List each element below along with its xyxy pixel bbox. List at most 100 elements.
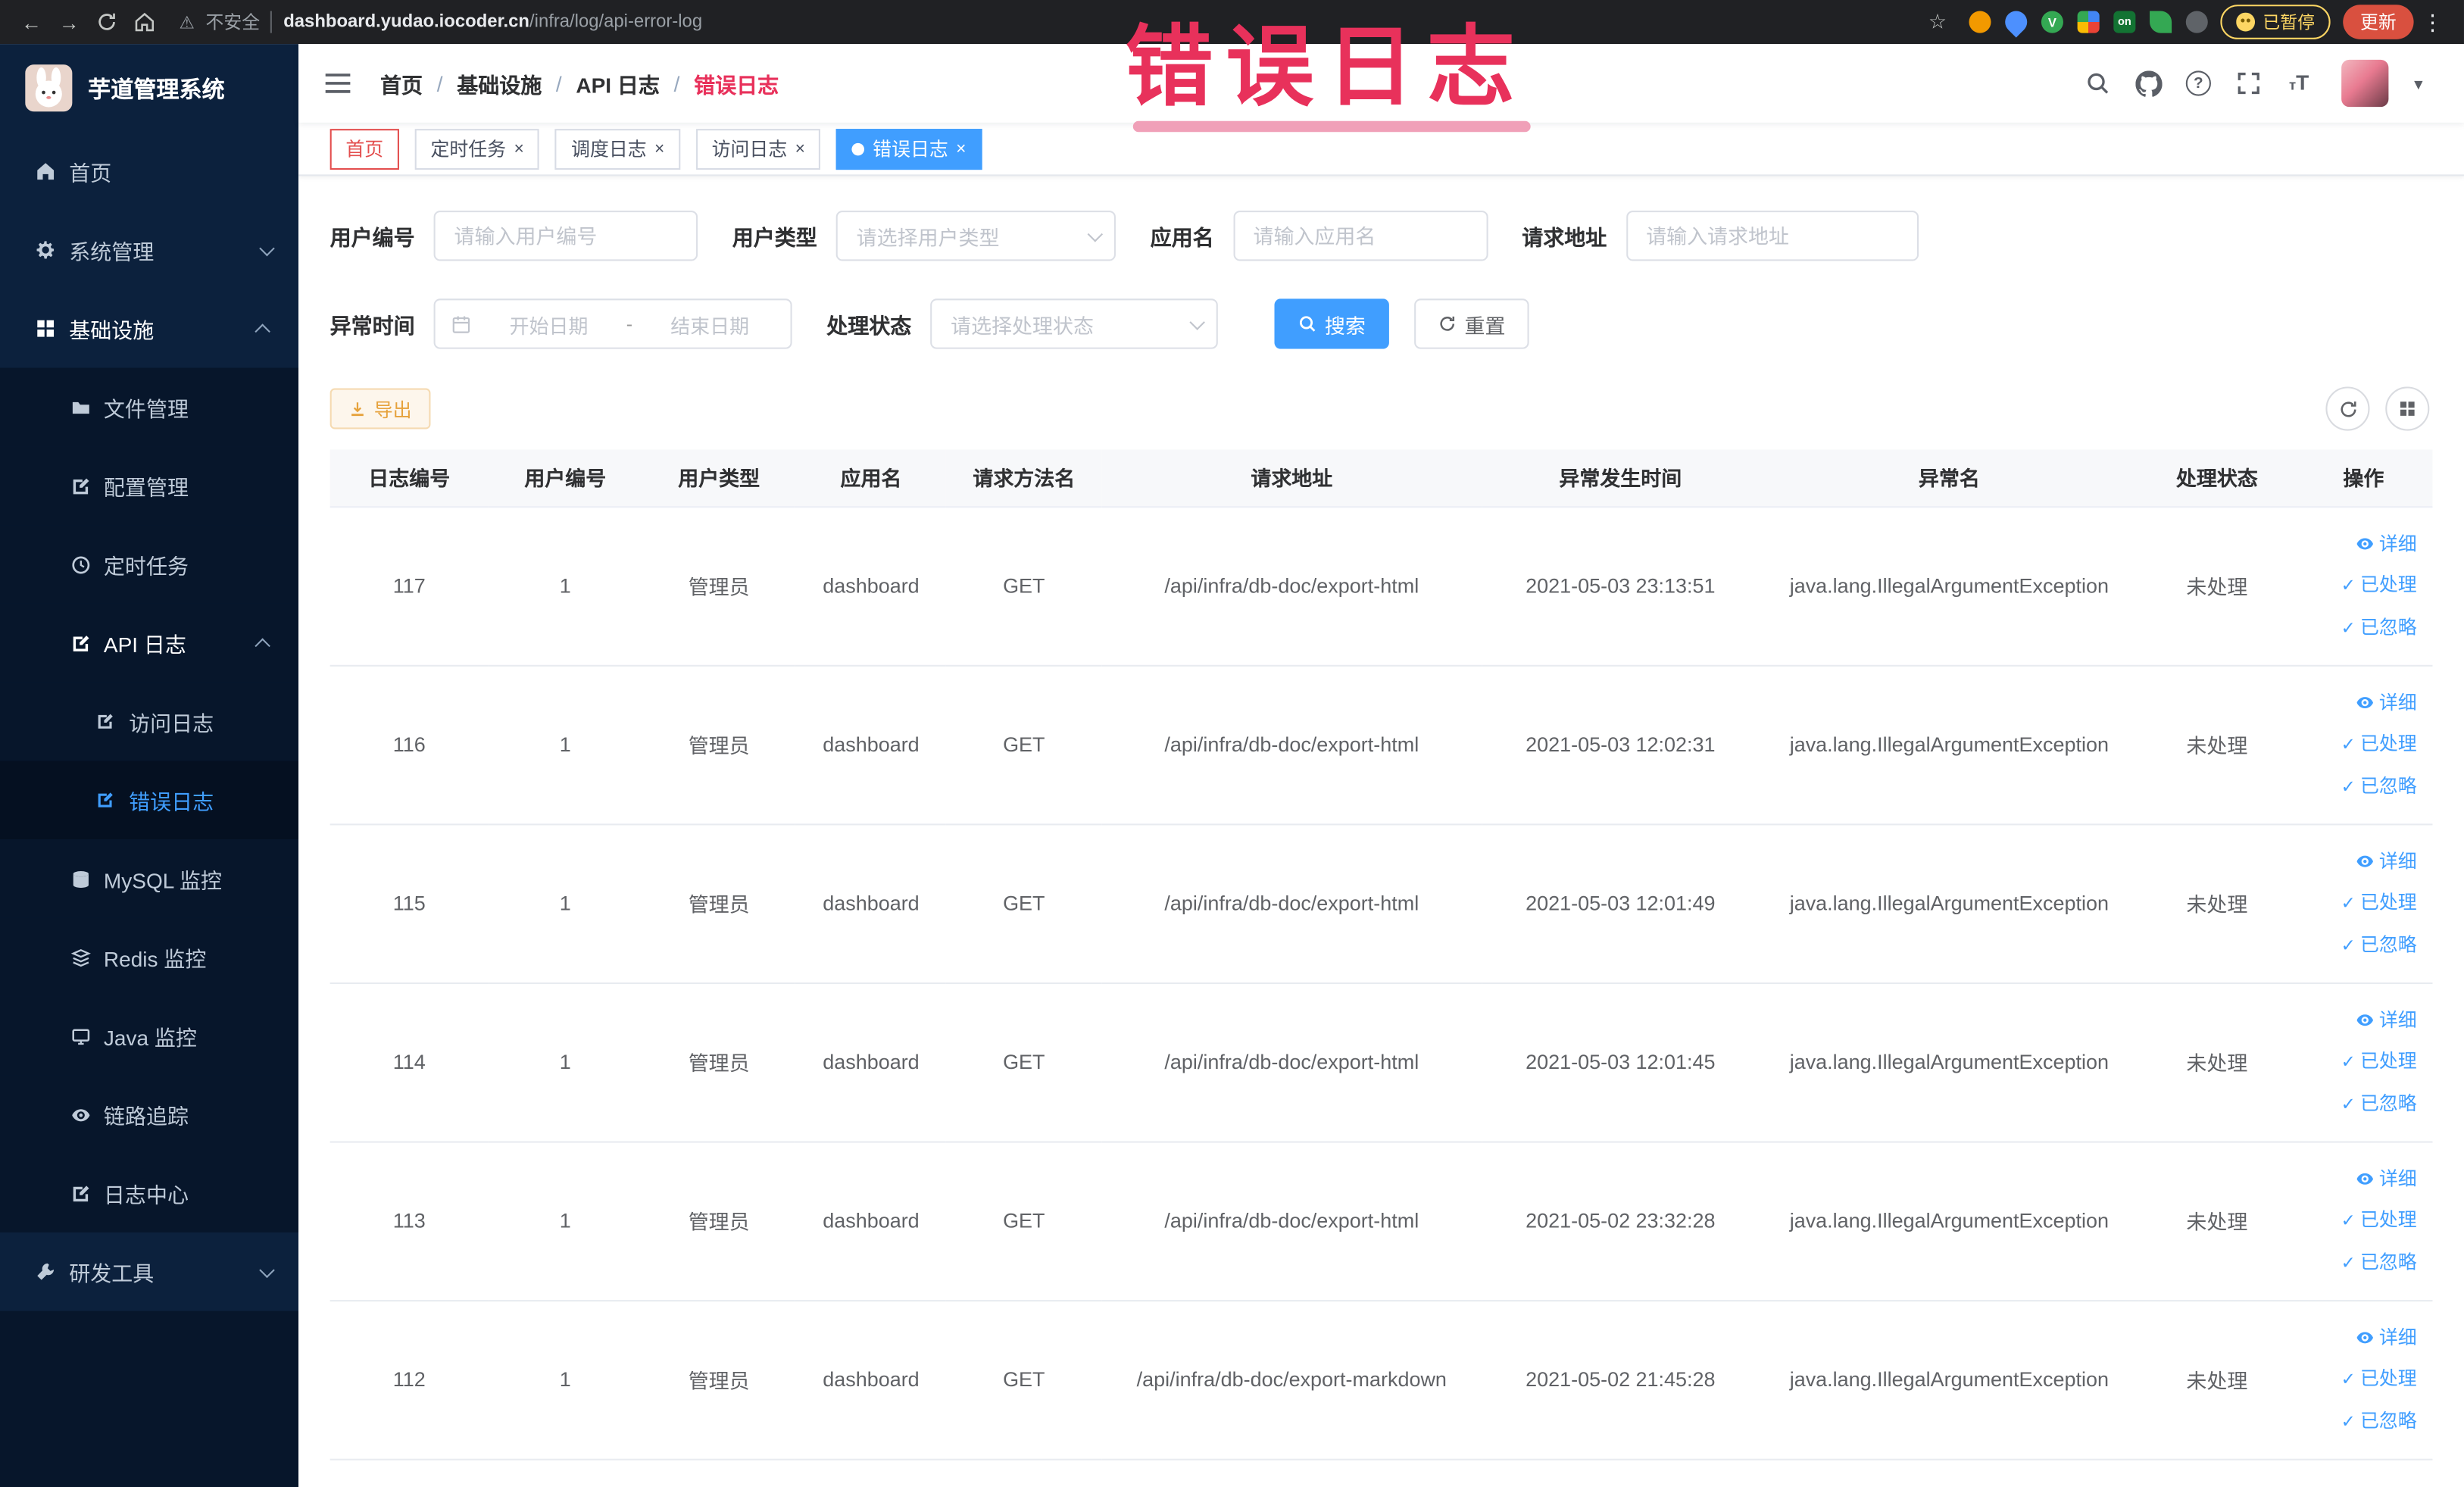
sidebar-item-error-log[interactable]: 错误日志 xyxy=(0,761,299,840)
filter-user-type: 用户类型 请选择用户类型 xyxy=(732,211,1116,261)
tab-job-log[interactable]: 调度日志 xyxy=(555,128,681,170)
user-avatar[interactable] xyxy=(2341,59,2389,108)
cell-user-id: 1 xyxy=(488,1141,642,1301)
close-icon[interactable] xyxy=(795,139,805,158)
browser-forward-icon[interactable] xyxy=(50,3,88,41)
tab-error-log[interactable]: 错误日志 xyxy=(836,128,982,170)
font-size-icon[interactable] xyxy=(2278,63,2319,104)
extension-orange-icon[interactable] xyxy=(1969,11,1991,33)
sidebar-item-api-log[interactable]: API 日志 xyxy=(0,603,299,683)
mark-ignored-link[interactable]: 已忽略 xyxy=(2294,1082,2417,1125)
sidebar-item-redis-monitor[interactable]: Redis 监控 xyxy=(0,917,299,997)
detail-link[interactable]: 详细 xyxy=(2294,523,2417,564)
col-exception-time: 异常发生时间 xyxy=(1482,449,1760,508)
request-url-input[interactable] xyxy=(1625,211,1919,261)
address-bar[interactable]: 不安全 dashboard.yudao.iocoder.cn/infra/log… xyxy=(180,9,702,34)
mark-ignored-link[interactable]: 已忽略 xyxy=(2294,765,2417,808)
avatar-caret-icon[interactable] xyxy=(2398,63,2439,104)
detail-link[interactable]: 详细 xyxy=(2294,999,2417,1040)
mark-processed-link[interactable]: 已处理 xyxy=(2294,1357,2417,1400)
extension-leaf-icon[interactable] xyxy=(2150,11,2172,33)
fullscreen-icon[interactable] xyxy=(2228,63,2269,104)
tab-home[interactable]: 首页 xyxy=(329,128,399,170)
breadcrumb-api-log[interactable]: API 日志 xyxy=(576,67,660,99)
mark-ignored-link[interactable]: 已忽略 xyxy=(2294,1241,2417,1283)
browser-back-icon[interactable] xyxy=(13,3,51,41)
github-icon[interactable] xyxy=(2128,63,2169,104)
app-logo[interactable]: 芋道管理系统 xyxy=(0,44,298,132)
logo-rabbit-image xyxy=(25,64,73,112)
mark-processed-link[interactable]: 已处理 xyxy=(2294,564,2417,606)
table-row: 117 1 管理员 dashboard GET /api/infra/db-do… xyxy=(329,506,2433,666)
sidebar-item-scheduled-jobs[interactable]: 定时任务 xyxy=(0,525,299,604)
browser-menu-icon[interactable] xyxy=(2414,3,2452,41)
close-icon[interactable] xyxy=(956,139,966,158)
bookmark-star-icon[interactable] xyxy=(1919,3,1957,41)
filter-row-1: 用户编号 用户类型 请选择用户类型 应用名 xyxy=(330,211,2433,261)
extension-vue-devtools-icon[interactable] xyxy=(2041,11,2063,33)
sidebar-item-access-log[interactable]: 访问日志 xyxy=(0,682,299,761)
refresh-icon[interactable] xyxy=(2325,386,2370,431)
mark-processed-link[interactable]: 已处理 xyxy=(2294,881,2417,923)
reset-button[interactable]: 重置 xyxy=(1414,298,1529,349)
eye-icon xyxy=(69,1104,91,1126)
sidebar-item-system-management[interactable]: 系统管理 xyxy=(0,211,298,289)
user-type-select[interactable]: 请选择用户类型 xyxy=(835,211,1116,261)
help-icon[interactable] xyxy=(2178,63,2219,104)
breadcrumb-infrastructure[interactable]: 基础设施 xyxy=(457,67,542,99)
detail-link[interactable]: 详细 xyxy=(2294,682,2417,723)
mark-processed-link[interactable]: 已处理 xyxy=(2294,723,2417,765)
sidebar-item-infrastructure[interactable]: 基础设施 xyxy=(0,289,298,368)
page-url[interactable]: dashboard.yudao.iocoder.cn/infra/log/api… xyxy=(283,13,702,32)
detail-link[interactable]: 详细 xyxy=(2294,840,2417,881)
extension-on-badge[interactable]: on xyxy=(2113,11,2136,33)
extension-plug-icon[interactable] xyxy=(2185,11,2208,33)
cell-exception-name: java.lang.IllegalArgumentException xyxy=(1759,1300,2140,1460)
app-name-input[interactable] xyxy=(1232,211,1488,261)
cell-method: GET xyxy=(946,1300,1102,1460)
col-app-name: 应用名 xyxy=(795,449,947,508)
eye-icon xyxy=(2356,1010,2375,1029)
cell-actions: 详细 已处理 已忽略 xyxy=(2294,506,2433,666)
sidebar-item-home[interactable]: 首页 xyxy=(0,132,298,211)
search-button[interactable]: 搜索 xyxy=(1274,298,1389,349)
search-icon[interactable] xyxy=(2078,63,2119,104)
col-method: 请求方法名 xyxy=(946,449,1102,508)
detail-link[interactable]: 详细 xyxy=(2294,1317,2417,1357)
cell-user-type: 管理员 xyxy=(642,982,796,1142)
tab-scheduled-jobs[interactable]: 定时任务 xyxy=(414,128,540,170)
sidebar-item-dev-tools[interactable]: 研发工具 xyxy=(0,1232,298,1311)
mark-ignored-link[interactable]: 已忽略 xyxy=(2294,923,2417,966)
check-icon xyxy=(2341,1241,2356,1283)
close-icon[interactable] xyxy=(654,139,664,158)
paused-badge[interactable]: 已暂停 xyxy=(2220,5,2331,39)
eye-icon xyxy=(2356,1169,2375,1188)
user-id-input[interactable] xyxy=(433,211,698,261)
col-request-url: 请求地址 xyxy=(1101,449,1482,508)
hamburger-icon[interactable] xyxy=(320,66,355,101)
sidebar-item-log-center[interactable]: 日志中心 xyxy=(0,1154,299,1232)
breadcrumb-home[interactable]: 首页 xyxy=(380,67,423,99)
date-range-picker[interactable]: 开始日期 - 结束日期 xyxy=(433,298,792,349)
sidebar-item-file-management[interactable]: 文件管理 xyxy=(0,367,299,447)
sidebar-item-java-monitor[interactable]: Java 监控 xyxy=(0,996,299,1076)
mark-ignored-link[interactable]: 已忽略 xyxy=(2294,606,2417,648)
process-status-select[interactable]: 请选择处理状态 xyxy=(930,298,1218,349)
column-settings-icon[interactable] xyxy=(2385,386,2430,431)
mark-ignored-link[interactable]: 已忽略 xyxy=(2294,1400,2417,1442)
detail-link[interactable]: 详细 xyxy=(2294,1157,2417,1198)
mark-processed-link[interactable]: 已处理 xyxy=(2294,1198,2417,1241)
browser-home-icon[interactable] xyxy=(126,3,164,41)
chrome-update-button[interactable]: 更新 xyxy=(2343,5,2414,39)
sidebar-item-mysql-monitor[interactable]: MySQL 监控 xyxy=(0,839,299,918)
extension-grid-icon[interactable] xyxy=(2077,11,2100,33)
close-icon[interactable] xyxy=(514,139,523,158)
sidebar-item-config-management[interactable]: 配置管理 xyxy=(0,446,299,526)
extension-drop-icon[interactable] xyxy=(2000,6,2032,38)
browser-refresh-icon[interactable] xyxy=(88,3,126,41)
cell-exception-time: 2021-05-02 23:32:28 xyxy=(1482,1141,1760,1301)
tab-access-log[interactable]: 访问日志 xyxy=(695,128,821,170)
mark-processed-link[interactable]: 已处理 xyxy=(2294,1040,2417,1082)
sidebar-item-tracing[interactable]: 链路追踪 xyxy=(0,1075,299,1154)
export-button[interactable]: 导出 xyxy=(329,388,431,430)
